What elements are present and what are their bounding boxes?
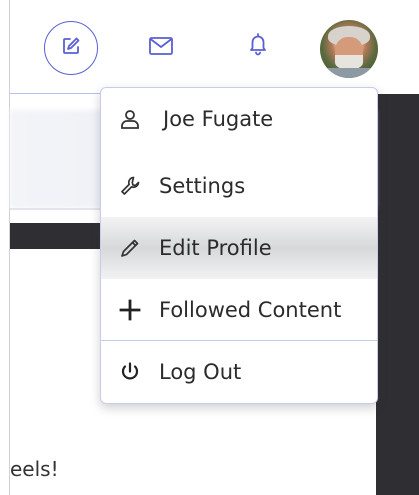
menu-item-profile[interactable]: Joe Fugate bbox=[101, 88, 377, 150]
pencil-icon bbox=[117, 235, 143, 261]
post-text: eels! bbox=[10, 457, 59, 481]
menu-item-label: Joe Fugate bbox=[163, 107, 274, 131]
right-dark-panel bbox=[376, 94, 419, 495]
menu-item-followed-content[interactable]: Followed Content bbox=[101, 279, 377, 341]
menu-item-edit-profile[interactable]: Edit Profile bbox=[101, 217, 377, 279]
user-avatar[interactable] bbox=[320, 20, 378, 78]
menu-item-label: Followed Content bbox=[159, 298, 342, 322]
notifications-button[interactable] bbox=[240, 28, 276, 64]
compose-button[interactable] bbox=[44, 21, 98, 75]
bell-icon bbox=[248, 32, 268, 60]
menu-item-log-out[interactable]: Log Out bbox=[101, 341, 377, 403]
avatar-shirt bbox=[320, 68, 378, 78]
compose-icon bbox=[61, 36, 81, 60]
power-icon bbox=[117, 359, 143, 385]
menu-item-label: Log Out bbox=[159, 360, 242, 384]
messages-button[interactable] bbox=[143, 30, 179, 66]
user-dropdown-menu: Joe Fugate Settings Edit Profile Followe… bbox=[100, 87, 378, 404]
user-icon bbox=[117, 106, 143, 132]
mail-icon bbox=[148, 36, 174, 60]
plus-icon bbox=[117, 297, 143, 323]
menu-item-label: Settings bbox=[159, 174, 246, 198]
menu-item-label: Edit Profile bbox=[159, 236, 272, 260]
menu-item-settings[interactable]: Settings bbox=[101, 155, 377, 217]
wrench-icon bbox=[117, 173, 143, 199]
